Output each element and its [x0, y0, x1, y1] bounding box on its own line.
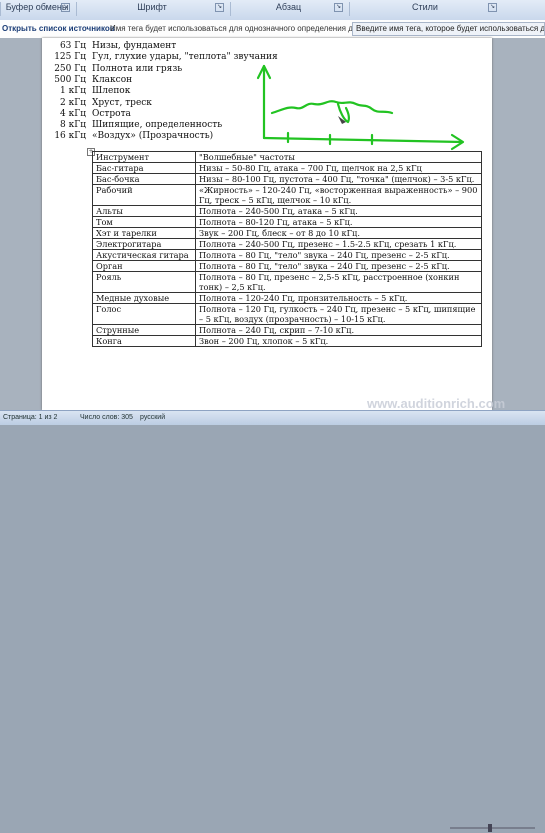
ribbon-group-styles[interactable]: Стили ↘	[349, 2, 500, 16]
right-margin	[492, 38, 545, 410]
eq-curve	[270, 100, 394, 115]
table-row: Альты Полнота – 240-500 Гц, атака – 5 кГц…	[92, 205, 482, 217]
zoom-slider[interactable]	[440, 823, 540, 833]
table-row: Том Полнота – 80-120 Гц, атака – 5 кГц.	[92, 216, 482, 228]
dialog-launcher-icon[interactable]: ↘	[488, 3, 497, 12]
instrument-cell: Бас-гитара	[92, 162, 196, 174]
instrument-cell: Том	[92, 216, 196, 228]
instrument-cell: Альты	[92, 205, 196, 217]
instrument-cell: Акустическая гитара	[92, 249, 196, 261]
open-sources-link[interactable]: Открыть список источников	[2, 24, 115, 33]
table-row: Бас-бочка Низы – 80-100 Гц, пустота – 400…	[92, 173, 482, 185]
handwritten-annotation	[256, 64, 465, 151]
axis-horizontal	[262, 136, 464, 144]
frequencies-cell: Звон – 200 Гц, хлопок – 5 кГц.	[195, 335, 482, 347]
ribbon-group-clipboard[interactable]: Буфер обмены ↘	[0, 2, 73, 16]
document-page: 63 Гц Низы, фундамент 125 Гц Гул, глухие уд…	[42, 38, 492, 410]
frequencies-cell: Полнота – 120-240 Гц, пронзительность – …	[195, 292, 482, 304]
frequencies-cell: Низы – 50-80 Гц, атака – 700 Гц, щелчок …	[195, 162, 482, 174]
table-row: Струнные Полнота – 240 Гц, скрип – 7-10 к…	[92, 324, 482, 336]
instrument-cell: Конга	[92, 335, 196, 347]
frequency-table: Инструмент "Волшебные" частоты Бас-гитар…	[92, 151, 482, 347]
ribbon-group-label: Стили	[412, 2, 438, 12]
watermark: www.auditionrich.com	[367, 396, 506, 411]
frequencies-cell: Полнота – 120 Гц, гулкость – 240 Гц, пре…	[195, 303, 482, 325]
status-bar: Страница: 1 из 2 Число слов: 305 русский	[0, 410, 545, 832]
table-row: Бас-гитара Низы – 50-80 Гц, атака – 700 Г…	[92, 162, 482, 174]
table-row: Рабочий «Жирность» – 120-240 Гц, «восторж…	[92, 184, 482, 206]
instrument-cell: Струнные	[92, 324, 196, 336]
instrument-cell: Орган	[92, 260, 196, 272]
instrument-cell: Голос	[92, 303, 196, 325]
instrument-cell: Хэт и тарелки	[92, 227, 196, 239]
tag-name-input[interactable]: Введите имя тега, которое будет использо…	[352, 22, 545, 36]
frequencies-cell: Полнота – 80-120 Гц, атака – 5 кГц.	[195, 216, 482, 228]
frequencies-cell: Полнота – 80 Гц, "тело" звука – 240 Гц, …	[195, 260, 482, 272]
dialog-launcher-icon[interactable]: ↘	[334, 3, 343, 12]
table-row: Конга Звон – 200 Гц, хлопок – 5 кГц.	[92, 335, 482, 347]
instrument-cell: Медные духовые	[92, 292, 196, 304]
ribbon-group-label: Шрифт	[137, 2, 167, 12]
instrument-cell: Рабочий	[92, 184, 196, 206]
frequencies-cell: Полнота – 240-500 Гц, атака – 5 кГц.	[195, 205, 482, 217]
frequencies-cell: Полнота – 240 Гц, скрип – 7-10 кГц.	[195, 324, 482, 336]
ribbon-group-font[interactable]: Шрифт ↘	[76, 2, 227, 16]
language[interactable]: русский	[140, 414, 165, 421]
page-count[interactable]: Страница: 1 из 2	[3, 414, 57, 421]
dialog-launcher-icon[interactable]: ↘	[215, 3, 224, 12]
instrument-cell: Электрогитара	[92, 238, 196, 250]
left-margin	[0, 38, 42, 410]
table-row: Орган Полнота – 80 Гц, "тело" звука – 240…	[92, 260, 482, 272]
zoom-thumb	[488, 824, 492, 832]
frequencies-cell: Звук – 200 Гц, блеск – от 8 до 10 кГц.	[195, 227, 482, 239]
ribbon: Буфер обмены ↘ Шрифт ↘ Абзац ↘ Стили ↘	[0, 0, 545, 21]
frequencies-cell: Низы – 80-100 Гц, пустота – 400 Гц, "точ…	[195, 173, 482, 185]
frequencies-cell: «Жирность» – 120-240 Гц, «восторженная в…	[195, 184, 482, 206]
table-row: Электрогитара Полнота – 240-500 Гц, презе…	[92, 238, 482, 250]
dialog-launcher-icon[interactable]: ↘	[61, 3, 70, 12]
table-header-cell: "Волшебные" частоты	[195, 151, 482, 163]
tag-hint: Имя тега будет использоваться для однозн…	[110, 24, 373, 33]
table-row: Медные духовые Полнота – 120-240 Гц, прон…	[92, 292, 482, 304]
table-row: Акустическая гитара Полнота – 80 Гц, "тел…	[92, 249, 482, 261]
instrument-cell: Бас-бочка	[92, 173, 196, 185]
ribbon-group-label: Абзац	[275, 2, 302, 12]
frequencies-cell: Полнота – 240-500 Гц, презенс – 1.5-2.5 …	[195, 238, 482, 250]
ribbon-group-label: Буфер обмены	[5, 2, 69, 12]
eq-dip	[336, 102, 350, 124]
frequencies-cell: Полнота – 80 Гц, "тело" звука – 240 Гц, …	[195, 249, 482, 261]
frequencies-cell: Полнота – 80 Гц, презенс – 2,5-5 кГц, ра…	[195, 271, 482, 293]
table-header-row: Инструмент "Волшебные" частоты	[92, 151, 482, 163]
word-count[interactable]: Число слов: 305	[80, 414, 133, 421]
ribbon-group-paragraph[interactable]: Абзац ↘	[230, 2, 346, 16]
table-row: Хэт и тарелки Звук – 200 Гц, блеск – от 8…	[92, 227, 482, 239]
table-row: Рояль Полнота – 80 Гц, презенс – 2,5-5 кГ…	[92, 271, 482, 293]
table-row: Голос Полнота – 120 Гц, гулкость – 240 Гц…	[92, 303, 482, 325]
instrument-cell: Рояль	[92, 271, 196, 293]
message-bar: Открыть список источников Имя тега будет…	[0, 20, 545, 39]
table-header-cell: Инструмент	[92, 151, 196, 163]
